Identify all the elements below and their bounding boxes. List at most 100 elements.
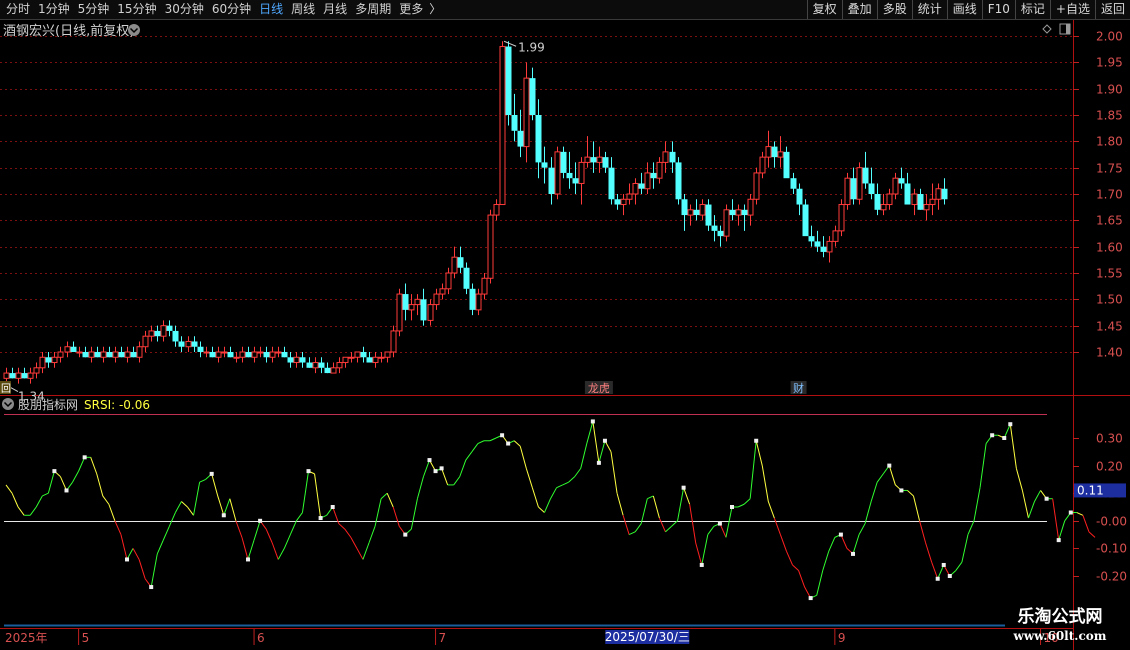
candle-body-down[interactable] — [548, 167, 555, 194]
candle-body-down[interactable] — [70, 346, 77, 352]
srsi-line[interactable] — [5, 419, 1096, 601]
candle-body-down[interactable] — [82, 352, 89, 358]
candle-body-up[interactable] — [221, 351, 228, 354]
candle-body-up[interactable] — [523, 77, 530, 148]
candle-body-down[interactable] — [941, 188, 948, 200]
candle-body-down[interactable] — [874, 194, 881, 210]
candle-body-up[interactable] — [699, 204, 706, 216]
candle-body-up[interactable] — [929, 198, 936, 206]
candle-body-up[interactable] — [554, 151, 561, 195]
candle-body-down[interactable] — [796, 188, 803, 205]
event-badge[interactable]: 龙虎 — [588, 382, 610, 395]
candle-body-up[interactable] — [348, 356, 355, 359]
candle-body-up[interactable] — [160, 325, 167, 337]
candle-body-down[interactable] — [245, 352, 252, 358]
candle-body-down[interactable] — [675, 162, 682, 200]
candle-body-up[interactable] — [148, 330, 155, 337]
candle-body-up[interactable] — [632, 182, 639, 195]
candle-body-down[interactable] — [505, 46, 512, 115]
candle-body-down[interactable] — [299, 357, 306, 363]
candle-body-down[interactable] — [469, 288, 476, 310]
candle-body-up[interactable] — [64, 346, 71, 353]
candle-body-up[interactable] — [185, 340, 192, 348]
candle-body-down[interactable] — [197, 346, 204, 352]
candle-body-up[interactable] — [112, 351, 119, 358]
candle-body-up[interactable] — [475, 293, 482, 311]
candle-body-up[interactable] — [414, 298, 421, 306]
candle-body-up[interactable] — [124, 351, 131, 358]
candle-body-down[interactable] — [572, 178, 579, 184]
candle-body-down[interactable] — [178, 341, 185, 347]
candle-body-up[interactable] — [233, 356, 240, 359]
candle-body-up[interactable] — [330, 367, 337, 374]
candle-body-down[interactable] — [463, 267, 470, 289]
candle-body-down[interactable] — [191, 341, 198, 347]
candle-body-up[interactable] — [51, 356, 58, 364]
candle-body-up[interactable] — [493, 204, 500, 216]
candle-body-down[interactable] — [590, 157, 597, 163]
candle-body-down[interactable] — [741, 209, 748, 216]
candle-body-up[interactable] — [487, 214, 494, 279]
candle-body-up[interactable] — [136, 346, 143, 358]
candle-body-down[interactable] — [820, 246, 827, 252]
candle-body-up[interactable] — [27, 372, 34, 379]
candle-body-down[interactable] — [717, 230, 724, 237]
candle-body-up[interactable] — [336, 362, 343, 369]
candle-body-down[interactable] — [517, 130, 524, 147]
candle-body-up[interactable] — [433, 293, 440, 306]
candle-body-up[interactable] — [354, 351, 361, 358]
candle-body-down[interactable] — [45, 357, 52, 363]
candle-body-up[interactable] — [856, 167, 863, 200]
candle-body-down[interactable] — [9, 373, 16, 379]
diamond-icon[interactable] — [1042, 24, 1052, 34]
candle-body-down[interactable] — [693, 209, 700, 216]
candle-body-up[interactable] — [427, 304, 434, 321]
candle-body-down[interactable] — [898, 178, 905, 184]
candle-body-down[interactable] — [681, 199, 688, 216]
candle-body-down[interactable] — [560, 151, 567, 173]
candle-body-down[interactable] — [154, 330, 161, 337]
candle-body-up[interactable] — [57, 351, 64, 358]
candle-body-up[interactable] — [396, 293, 403, 332]
candle-body-up[interactable] — [662, 151, 669, 163]
candle-body-up[interactable] — [892, 177, 899, 195]
candle-body-down[interactable] — [318, 362, 325, 368]
candle-body-down[interactable] — [21, 373, 28, 379]
candle-body-up[interactable] — [384, 351, 391, 358]
candle-body-down[interactable] — [711, 225, 718, 231]
candle-body-down[interactable] — [130, 352, 137, 358]
candle-body-down[interactable] — [729, 209, 736, 216]
candle-body-down[interactable] — [306, 362, 313, 368]
candle-body-up[interactable] — [886, 193, 893, 206]
candle-body-down[interactable] — [608, 167, 615, 200]
candle-body-down[interactable] — [790, 178, 797, 189]
title-dropdown-icon[interactable] — [128, 24, 140, 36]
candlestick-series[interactable] — [3, 41, 948, 384]
candle-body-up[interactable] — [100, 351, 107, 358]
candle-body-up[interactable] — [408, 304, 415, 311]
candle-body-up[interactable] — [620, 198, 627, 206]
candle-body-down[interactable] — [457, 257, 464, 268]
candle-body-up[interactable] — [142, 335, 149, 348]
chart-canvas[interactable]: 2.00 1.95 1.90 1.85 1.80 1.75 1.70 1.65 1.60 1.55… — [0, 0, 1130, 650]
candle-body-down[interactable] — [917, 194, 924, 210]
candle-body-up[interactable] — [76, 351, 83, 354]
candle-body-up[interactable] — [759, 156, 766, 174]
candle-body-down[interactable] — [862, 167, 869, 184]
candle-body-down[interactable] — [705, 204, 712, 226]
candle-body-up[interactable] — [753, 172, 760, 200]
candle-body-down[interactable] — [602, 157, 609, 168]
candle-body-up[interactable] — [342, 356, 349, 364]
candle-body-down[interactable] — [420, 299, 427, 321]
candle-body-up[interactable] — [687, 209, 694, 216]
candle-body-up[interactable] — [269, 351, 276, 358]
candle-body-down[interactable] — [324, 367, 331, 374]
candle-body-down[interactable] — [402, 294, 409, 310]
candle-body-up[interactable] — [911, 193, 918, 206]
candle-body-up[interactable] — [451, 256, 458, 274]
candle-body-up[interactable] — [372, 356, 379, 364]
candle-body-up[interactable] — [203, 351, 210, 354]
candle-body-up[interactable] — [826, 240, 833, 253]
candle-body-down[interactable] — [904, 183, 911, 205]
candle-body-down[interactable] — [814, 241, 821, 247]
